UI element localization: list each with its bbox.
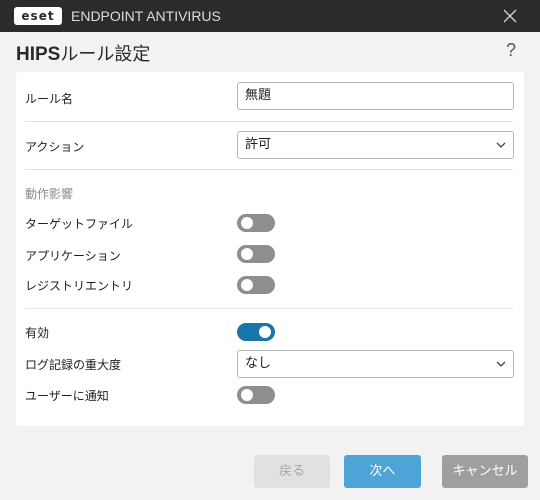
log-severity-label: ログ記録の重大度 bbox=[25, 358, 122, 372]
toggle-knob bbox=[241, 389, 253, 401]
action-label: アクション bbox=[25, 140, 85, 154]
close-icon[interactable] bbox=[496, 6, 524, 26]
target-files-label: ターゲットファイル bbox=[25, 217, 134, 231]
section-header-operations: 動作影響 bbox=[25, 187, 74, 201]
enabled-label: 有効 bbox=[25, 326, 50, 340]
dialog-title-bold: HIPS bbox=[16, 44, 61, 65]
eset-logo: eset bbox=[14, 7, 62, 25]
back-button[interactable]: 戻る bbox=[254, 455, 330, 488]
notify-user-label: ユーザーに通知 bbox=[25, 389, 109, 403]
dialog-title-rest: ルール設定 bbox=[60, 44, 151, 65]
product-name: ENDPOINT ANTIVIRUS bbox=[71, 8, 221, 24]
dialog-title: HIPSルール設定 bbox=[16, 40, 150, 66]
enabled-toggle[interactable] bbox=[237, 323, 275, 341]
divider bbox=[25, 308, 513, 309]
action-select[interactable]: 許可 bbox=[237, 131, 514, 159]
divider bbox=[25, 169, 513, 170]
divider bbox=[25, 121, 513, 122]
registry-entries-toggle[interactable] bbox=[237, 276, 275, 294]
applications-toggle[interactable] bbox=[237, 245, 275, 263]
notify-user-toggle[interactable] bbox=[237, 386, 275, 404]
chevron-down-icon bbox=[496, 142, 506, 148]
log-severity-select[interactable]: なし bbox=[237, 350, 514, 378]
help-icon[interactable]: ? bbox=[500, 40, 522, 64]
cancel-button[interactable]: キャンセル bbox=[442, 455, 528, 488]
rule-name-input[interactable]: 無題 bbox=[237, 82, 514, 110]
toggle-knob bbox=[241, 279, 253, 291]
toggle-knob bbox=[259, 326, 271, 338]
chevron-down-icon bbox=[496, 361, 506, 367]
log-severity-select-value: なし bbox=[245, 356, 272, 371]
applications-label: アプリケーション bbox=[25, 249, 121, 263]
action-select-value: 許可 bbox=[245, 137, 272, 152]
next-button[interactable]: 次へ bbox=[344, 455, 421, 488]
registry-entries-label: レジストリエントリ bbox=[25, 279, 134, 293]
rule-name-label: ルール名 bbox=[25, 92, 74, 106]
target-files-toggle[interactable] bbox=[237, 214, 275, 232]
toggle-knob bbox=[241, 217, 253, 229]
toggle-knob bbox=[241, 248, 253, 260]
title-bar: eset ENDPOINT ANTIVIRUS bbox=[0, 0, 540, 32]
